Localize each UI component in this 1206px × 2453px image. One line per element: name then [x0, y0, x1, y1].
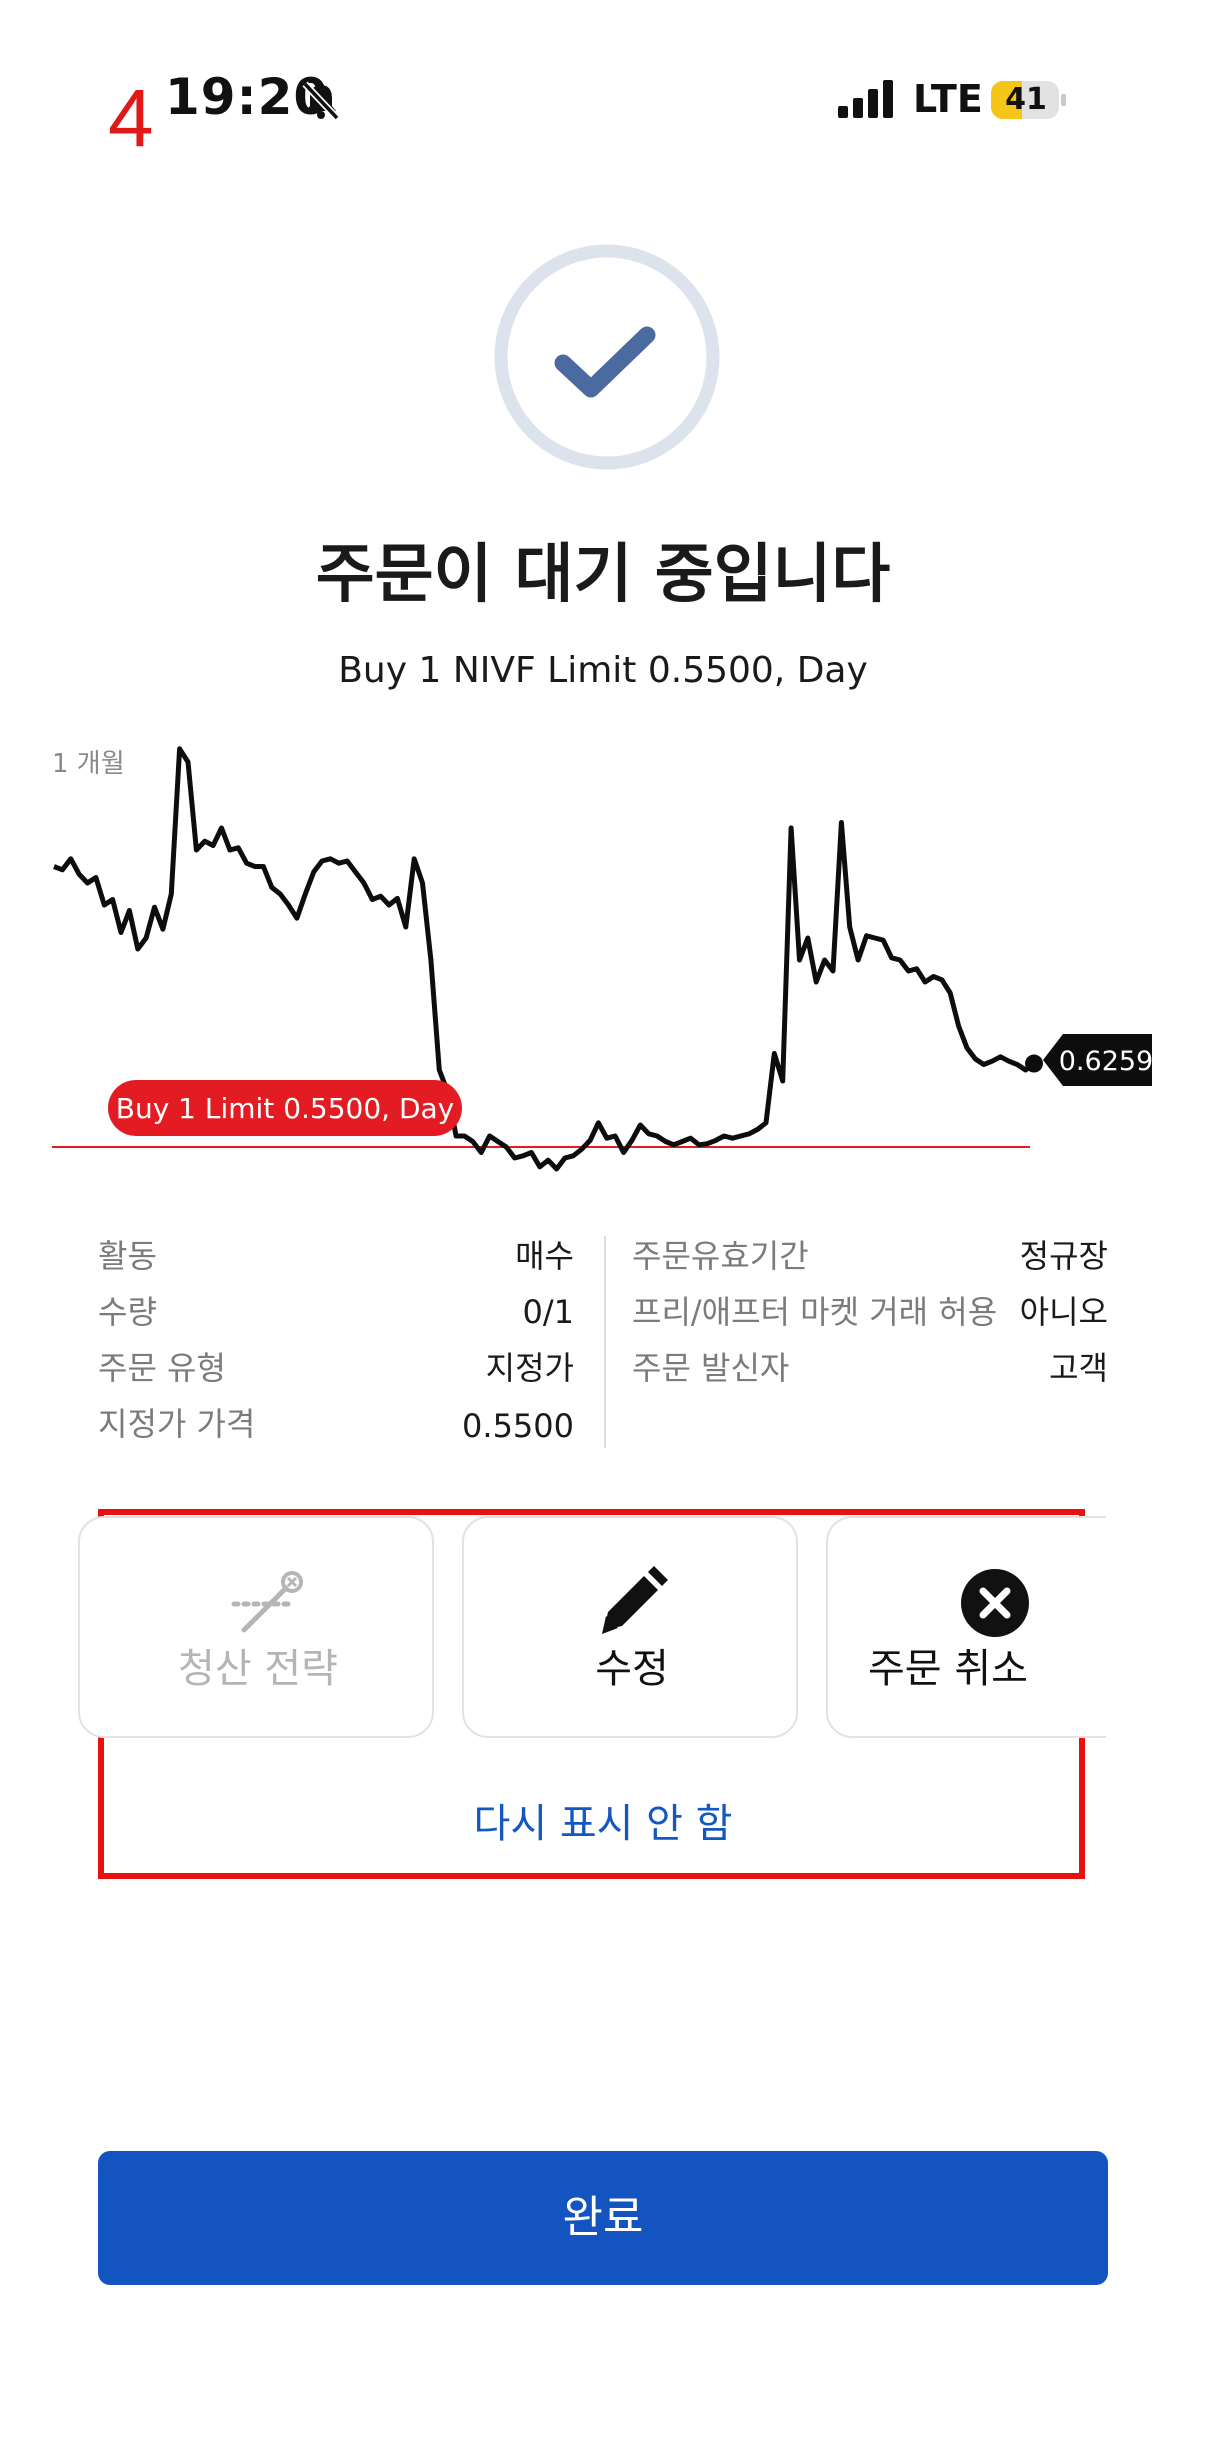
detail-value-activity: 매수 [515, 1237, 574, 1275]
dont-show-again-link[interactable]: 다시 표시 안 함 [98, 1798, 1108, 1850]
detail-label-time-in-force: 주문유효기간 [632, 1237, 809, 1275]
detail-value-order-origin: 고객 [1049, 1349, 1108, 1387]
modify-order-button[interactable]: 수정 [462, 1516, 798, 1738]
cancel-order-label: 주문 취소 [868, 1646, 1028, 1692]
detail-value-time-in-force: 정규장 [1019, 1237, 1108, 1275]
detail-label-quantity: 수량 [98, 1293, 157, 1331]
order-tag-label: Buy 1 Limit 0.5500, Day [116, 1092, 455, 1125]
order-summary: Buy 1 NIVF Limit 0.5500, Day [338, 650, 868, 691]
pencil-icon [602, 1566, 668, 1634]
detail-label-order-origin: 주문 발신자 [632, 1349, 790, 1387]
network-type: LTE [913, 77, 983, 121]
price-chart: 1 개월 Buy 1 Limit 0.5500, Day 0.6259 [52, 746, 1153, 1172]
check-circle-icon [494, 244, 720, 470]
exit-strategy-icon [231, 1571, 303, 1633]
detail-value-extended-hours: 아니오 [1019, 1293, 1108, 1331]
close-circle-icon [961, 1569, 1029, 1637]
detail-value-order-type: 지정가 [485, 1349, 574, 1387]
step-marker: 4 [108, 73, 154, 164]
battery-level: 41 [1005, 82, 1047, 117]
chart-period-label: 1 개월 [52, 749, 125, 779]
cancel-order-button[interactable]: 주문 취소 [826, 1516, 1106, 1738]
detail-value-limit-price: 0.5500 [462, 1407, 574, 1445]
detail-value-quantity: 0/1 [522, 1293, 575, 1331]
bell-muted-icon [302, 81, 340, 121]
last-price-marker [1025, 1054, 1043, 1073]
page-title: 주문이 대기 중입니다 [315, 538, 891, 612]
done-button[interactable]: 완료 [98, 2151, 1108, 2285]
modify-order-label: 수정 [595, 1646, 669, 1692]
detail-label-limit-price: 지정가 가격 [98, 1405, 256, 1443]
signal-icon [838, 80, 893, 118]
detail-label-extended-hours: 프리/애프터 마켓 거래 허용 [632, 1293, 998, 1331]
detail-label-activity: 활동 [98, 1237, 157, 1275]
exit-strategy-label: 청산 전략 [178, 1646, 338, 1692]
exit-strategy-button[interactable]: 청산 전략 [78, 1516, 434, 1738]
details-divider [604, 1236, 606, 1448]
detail-label-order-type: 주문 유형 [98, 1349, 226, 1387]
current-price-label: 0.6259 [1059, 1046, 1153, 1077]
